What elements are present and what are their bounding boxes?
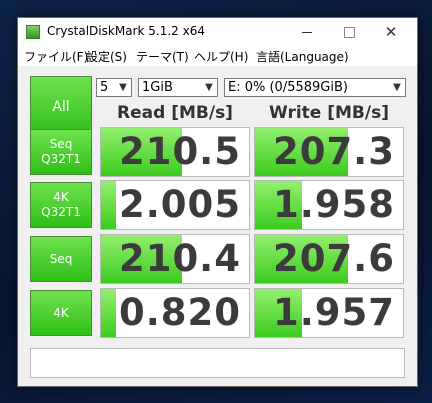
seq-q32t1-button[interactable]: Seq Q32T1 — [30, 129, 92, 175]
write-value: 207.3 — [272, 130, 395, 173]
read-value: 210.4 — [118, 237, 241, 280]
menu-file[interactable]: ファイル(F) — [24, 48, 88, 65]
close-icon: ✕ — [384, 23, 398, 41]
test-size-select[interactable]: 1GiB ▼ — [138, 78, 218, 97]
minimize-button[interactable] — [286, 18, 328, 46]
4k-q32t1-button[interactable]: 4K Q32T1 — [30, 182, 92, 228]
4k-read-result: 0.820 — [100, 288, 250, 338]
write-value: 207.6 — [272, 237, 395, 280]
4k-write-result: 1.957 — [254, 288, 404, 338]
progress-fill — [101, 289, 116, 337]
4k-q32t1-write-result: 1.958 — [254, 180, 404, 230]
4k-q32t1-read-result: 2.005 — [100, 180, 250, 230]
read-column-header: Read [MB/s] — [117, 103, 233, 123]
seq-button[interactable]: Seq — [30, 236, 92, 282]
row-label-line1: Seq — [49, 137, 73, 151]
row-label-line2: Q32T1 — [41, 205, 81, 219]
read-value: 210.5 — [118, 130, 241, 173]
close-button[interactable]: ✕ — [370, 18, 412, 46]
maximize-icon — [343, 26, 355, 38]
read-value: 0.820 — [118, 291, 241, 334]
seq-q32t1-write-result: 207.3 — [254, 127, 404, 177]
write-value: 1.958 — [272, 183, 395, 226]
test-count-value: 5 — [100, 80, 109, 95]
menu-language[interactable]: 言語(Language) — [256, 48, 349, 65]
menu-settings[interactable]: 設定(S) — [86, 48, 127, 65]
title-bar[interactable]: CrystalDiskMark 5.1.2 x64 ✕ — [18, 18, 417, 46]
seq-q32t1-read-result: 210.5 — [100, 127, 250, 177]
menu-help[interactable]: ヘルプ(H) — [194, 48, 248, 65]
chevron-down-icon: ▼ — [119, 82, 127, 93]
row-label-line1: Seq — [49, 251, 73, 266]
crystaldiskmark-app-icon — [26, 25, 40, 39]
test-size-value: 1GiB — [142, 80, 173, 95]
row-label-line1: 4K — [53, 305, 69, 320]
4k-button[interactable]: 4K — [30, 290, 92, 336]
seq-write-result: 207.6 — [254, 234, 404, 284]
menu-theme[interactable]: テーマ(T) — [136, 48, 189, 65]
comment-field[interactable] — [30, 348, 405, 378]
minimize-icon — [302, 31, 312, 33]
write-column-header: Write [MB/s] — [269, 103, 389, 123]
write-value: 1.957 — [272, 291, 395, 334]
read-value: 2.005 — [118, 183, 241, 226]
maximize-button[interactable] — [328, 18, 370, 46]
drive-select[interactable]: E: 0% (0/5589GiB) ▼ — [224, 78, 406, 97]
row-label-line1: 4K — [53, 190, 69, 204]
chevron-down-icon: ▼ — [205, 82, 213, 93]
row-label-line2: Q32T1 — [41, 152, 81, 166]
window-title: CrystalDiskMark 5.1.2 x64 — [47, 24, 205, 38]
test-count-select[interactable]: 5 ▼ — [96, 78, 132, 97]
menu-bar: ファイル(F) 設定(S) テーマ(T) ヘルプ(H) 言語(Language) — [18, 46, 417, 66]
seq-read-result: 210.4 — [100, 234, 250, 284]
app-window: CrystalDiskMark 5.1.2 x64 ✕ ファイル(F) 設定(S… — [17, 17, 418, 387]
progress-fill — [101, 181, 116, 229]
drive-value: E: 0% (0/5589GiB) — [228, 80, 348, 95]
chevron-down-icon: ▼ — [393, 82, 401, 93]
